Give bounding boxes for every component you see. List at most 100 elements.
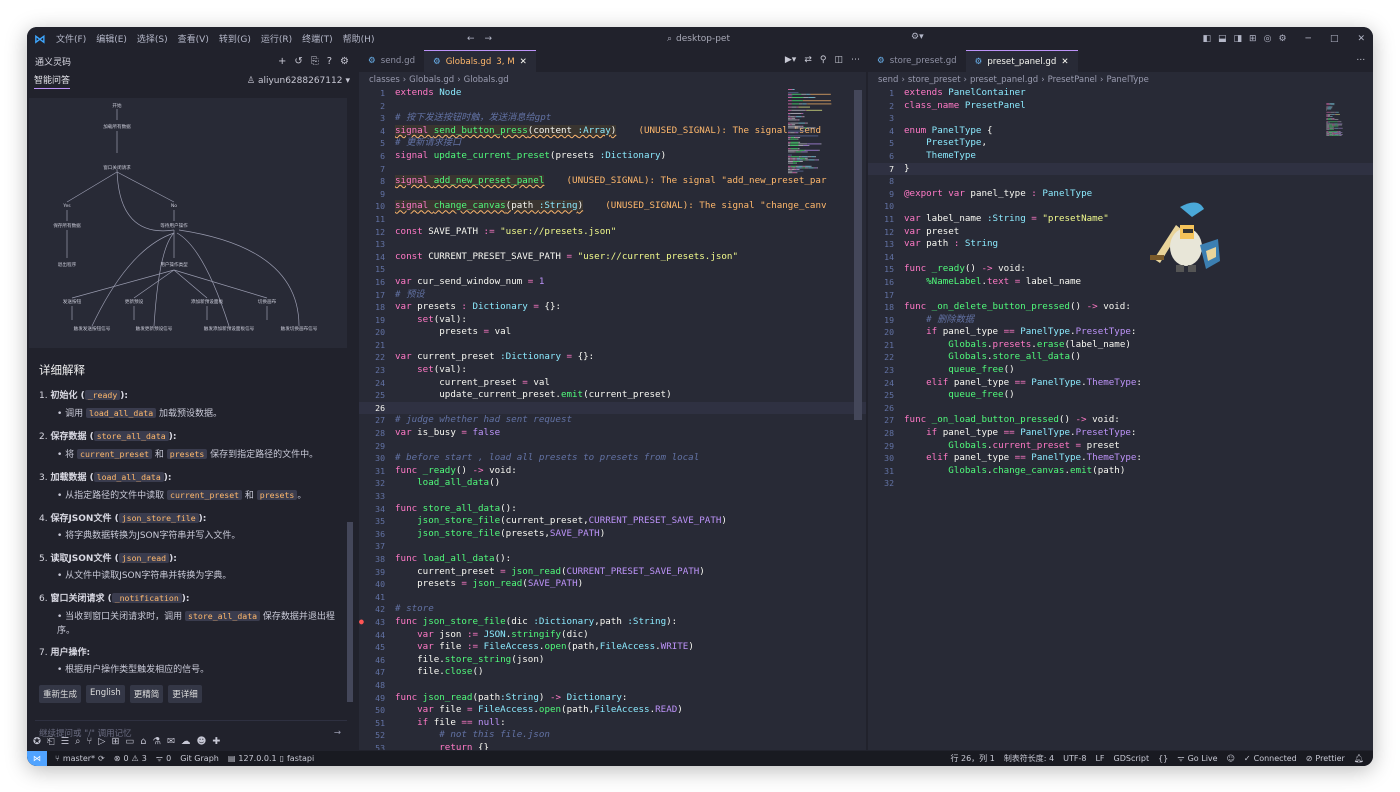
layout-sidebar-icon[interactable]: ◧	[1202, 34, 1211, 44]
breadcrumb-item[interactable]: Globals.gd	[464, 75, 509, 85]
code-line[interactable]: 31 Globals.change_canvas.emit(path)	[868, 465, 1373, 478]
copilot-chat-icon[interactable]: ☁	[181, 736, 191, 747]
close-tab-icon[interactable]: ✕	[520, 57, 527, 67]
minimize-icon[interactable]: ─	[1306, 34, 1311, 44]
editor-scrollbar[interactable]	[854, 90, 862, 420]
code-line[interactable]: 52 # not this file.json	[359, 729, 866, 742]
code-line[interactable]: 36 json_store_file(presets,SAVE_PATH)	[359, 528, 866, 541]
code-line[interactable]: 12 var preset	[868, 226, 1373, 239]
followup-chip[interactable]: English	[86, 685, 125, 703]
code-line[interactable]: 5 PresetType,	[868, 137, 1373, 150]
code-line[interactable]: 28 if panel_type == PanelType.PresetType…	[868, 427, 1373, 440]
comment-icon[interactable]: ✉	[167, 736, 175, 747]
followup-chip[interactable]: 更详细	[168, 685, 202, 703]
cursor-position[interactable]: 行 26，列 1	[950, 753, 994, 764]
encoding[interactable]: UTF-8	[1063, 754, 1086, 763]
code-line[interactable]: 14	[868, 251, 1373, 264]
code-line[interactable]: 6 ThemeType	[868, 150, 1373, 163]
code-line[interactable]: 23 queue_free()	[868, 364, 1373, 377]
breadcrumb-item[interactable]: Globals.gd	[409, 75, 454, 85]
code-line[interactable]: 28 var is_busy = false	[359, 427, 866, 440]
followup-chip[interactable]: 更精简	[129, 685, 164, 703]
code-line[interactable]: 44 var json := JSON.stringify(dic)	[359, 629, 866, 642]
code-line[interactable]: 45 var file := FileAccess.open(path,File…	[359, 641, 866, 654]
layout-panel-icon[interactable]: ⬓	[1218, 34, 1227, 44]
pin-icon[interactable]: ⚲	[820, 55, 827, 65]
server-status[interactable]: ▤ 127.0.0.1 ▯ fastapi	[228, 754, 314, 763]
notifications-icon[interactable]: 🔔︎	[1354, 754, 1364, 763]
help-icon[interactable]: ?	[327, 56, 332, 67]
code-line[interactable]: 22 Globals.store_all_data()	[868, 351, 1373, 364]
code-line[interactable]: 32	[868, 477, 1373, 490]
code-line[interactable]: 40 presets = json_read(SAVE_PATH)	[359, 578, 866, 591]
editor-tab[interactable]: ⚙ preset_panel.gd ✕	[965, 50, 1078, 72]
copilot-status-icon[interactable]: ☺	[1227, 754, 1235, 763]
code-line[interactable]: 26	[359, 401, 866, 415]
prettier-status[interactable]: ⊘ Prettier	[1306, 754, 1345, 763]
code-line[interactable]: 21	[359, 339, 866, 352]
python-icon[interactable]: ✚	[212, 736, 220, 747]
split-editor-icon[interactable]: ◫	[834, 55, 843, 65]
code-line[interactable]: 41	[359, 591, 866, 604]
code-line[interactable]: 25 update_current_preset.emit(current_pr…	[359, 389, 866, 402]
robot-icon[interactable]: ⌂	[140, 736, 146, 747]
code-line[interactable]: 38 func load_all_data():	[359, 553, 866, 566]
code-line[interactable]: 11	[359, 213, 866, 226]
code-line[interactable]: 24 current_preset = val	[359, 377, 866, 390]
close-icon[interactable]: ✕	[1357, 34, 1365, 44]
tab-smart-qa[interactable]: 智能问答	[34, 73, 71, 89]
more-actions-right-icon[interactable]: ⋯	[1356, 55, 1365, 65]
code-line[interactable]: 8 signal add_new_preset_panel (UNUSED_SIG…	[359, 175, 866, 188]
followup-chip[interactable]: 重新生成	[39, 685, 82, 703]
ports-status[interactable]: ᯤ0	[156, 753, 171, 764]
breadcrumb-item[interactable]: store_preset	[908, 75, 961, 85]
menu-item[interactable]: 编辑(E)	[96, 35, 127, 45]
code-line[interactable]: 30 elif panel_type == PanelType.ThemeTyp…	[868, 452, 1373, 465]
compare-icon[interactable]: ⇄	[804, 55, 812, 65]
new-chat-icon[interactable]: +	[278, 56, 286, 67]
code-line[interactable]: 35 json_store_file(current_preset,CURREN…	[359, 515, 866, 528]
code-line[interactable]: 42 # store	[359, 603, 866, 616]
settings-gear-icon[interactable]: ⚙	[1278, 34, 1286, 44]
code-line[interactable]: 20 if panel_type == PanelType.PresetType…	[868, 326, 1373, 339]
extensions-icon[interactable]: ⊞	[111, 736, 119, 747]
layout-secondary-icon[interactable]: ◨	[1234, 34, 1243, 44]
code-line[interactable]: 17	[868, 289, 1373, 302]
code-editor-globals[interactable]: 1 extends Node 2 3 # 按下发送按钮时触，发送消息给gpt 4 signa…	[359, 87, 866, 750]
menu-item[interactable]: 帮助(H)	[343, 35, 375, 45]
code-line[interactable]: 33	[359, 490, 866, 503]
code-line[interactable]: 27 # judge whether had sent request	[359, 414, 866, 427]
run-scene-icon[interactable]: ▶▾	[785, 55, 796, 65]
code-line[interactable]: 37	[359, 540, 866, 553]
breadcrumb-item[interactable]: PresetPanel	[1048, 75, 1097, 85]
copilot-icon[interactable]: ⚙▾	[911, 32, 924, 42]
menu-item[interactable]: 选择(S)	[137, 35, 168, 45]
forward-icon[interactable]: →	[485, 34, 493, 44]
menu-item[interactable]: 文件(F)	[56, 35, 86, 45]
remote-icon[interactable]: ⋈	[27, 751, 47, 766]
run-debug-icon[interactable]: ▷	[98, 736, 105, 747]
code-line[interactable]: 16 %NameLabel.text = label_name	[868, 276, 1373, 289]
menu-item[interactable]: 终端(T)	[302, 35, 333, 45]
code-line[interactable]: 11 var label_name :String = "presetName"	[868, 213, 1373, 226]
code-line[interactable]: 15	[359, 263, 866, 276]
more-actions-icon[interactable]: ⋯	[851, 55, 860, 65]
code-line[interactable]: 43 ● func json_store_file(dic :Dictionary,…	[359, 616, 866, 629]
code-line[interactable]: 18 func _on_delete_button_pressed() -> vo…	[868, 301, 1373, 314]
code-line[interactable]: 17 # 预设	[359, 289, 866, 302]
editor-tab[interactable]: ⚙ send.gd	[359, 50, 424, 72]
breadcrumb-item[interactable]: PanelType	[1106, 75, 1148, 85]
code-line[interactable]: 50 var file = FileAccess.open(path,FileA…	[359, 704, 866, 717]
sidebar-settings-icon[interactable]: ⚙	[340, 56, 349, 67]
layout-customize-icon[interactable]: ⊞	[1249, 34, 1257, 44]
code-line[interactable]: 20 presets = val	[359, 326, 866, 339]
code-line[interactable]: 18 var presets : Dictionary = {}:	[359, 301, 866, 314]
bot-icon[interactable]: ☻	[196, 736, 206, 747]
remote-explorer-icon[interactable]: ▭	[125, 736, 134, 747]
code-line[interactable]: 29 Globals.current_preset = preset	[868, 440, 1373, 453]
assistant-icon[interactable]: ✪	[33, 736, 41, 747]
source-control-icon[interactable]: ⑂	[86, 736, 92, 747]
go-live-button[interactable]: ᯤ Go Live	[1177, 753, 1217, 764]
testing-icon[interactable]: ⚗	[152, 736, 161, 747]
breadcrumb-item[interactable]: preset_panel.gd	[970, 75, 1038, 85]
